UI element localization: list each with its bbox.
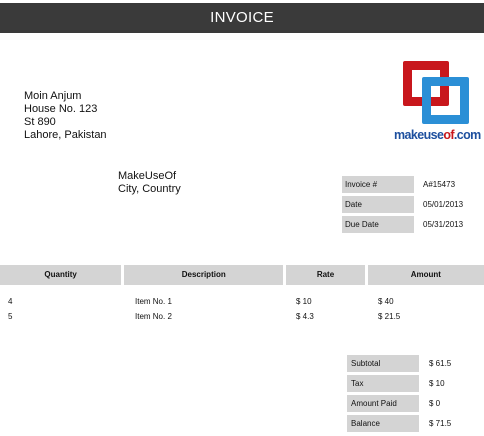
header-description: Description bbox=[124, 265, 284, 285]
meta-value: A#15473 bbox=[423, 180, 456, 189]
recipient-name: MakeUseOf bbox=[118, 170, 177, 182]
recipient-address: MakeUseOf City, Country bbox=[118, 170, 181, 196]
cell-description: Item No. 1 bbox=[135, 297, 172, 306]
totals-value: $ 0 bbox=[429, 399, 441, 408]
totals-row-tax: Tax $ 10 bbox=[347, 375, 479, 392]
totals-row-balance: Balance $ 71.5 bbox=[347, 415, 479, 432]
meta-row-due-date: Due Date 05/31/2013 bbox=[342, 216, 484, 233]
items-table-body: 4 Item No. 1 $ 10 $ 40 5 Item No. 2 $ 4.… bbox=[0, 294, 484, 324]
totals-value: $ 10 bbox=[429, 379, 445, 388]
sender-city: Lahore, Pakistan bbox=[24, 129, 107, 141]
meta-row-date: Date 05/01/2013 bbox=[342, 196, 484, 213]
totals-value: $ 71.5 bbox=[429, 419, 452, 428]
header-rate: Rate bbox=[286, 265, 365, 285]
meta-label: Invoice # bbox=[342, 176, 414, 193]
makeuseof-logo: makeuseof.com bbox=[394, 58, 482, 150]
cell-amount: $ 40 bbox=[378, 297, 394, 306]
cell-description: Item No. 2 bbox=[135, 312, 172, 321]
logo-wordmark: makeuseof.com bbox=[394, 128, 481, 142]
totals-label: Amount Paid bbox=[347, 395, 419, 412]
invoice-title: INVOICE bbox=[0, 3, 484, 33]
table-row: 4 Item No. 1 $ 10 $ 40 bbox=[0, 294, 484, 309]
meta-label: Date bbox=[342, 196, 414, 213]
meta-label: Due Date bbox=[342, 216, 414, 233]
header-quantity: Quantity bbox=[0, 265, 122, 285]
sender-address-line1: House No. 123 bbox=[24, 103, 98, 115]
cell-quantity: 4 bbox=[8, 297, 13, 306]
totals-summary: Subtotal $ 61.5 Tax $ 10 Amount Paid $ 0… bbox=[347, 355, 479, 435]
totals-row-amount-paid: Amount Paid $ 0 bbox=[347, 395, 479, 412]
recipient-city: City, Country bbox=[118, 183, 181, 195]
sender-name: Moin Anjum bbox=[24, 90, 82, 102]
items-table-header: Quantity Description Rate Amount bbox=[0, 265, 484, 285]
logo-blue-square bbox=[422, 77, 469, 124]
cell-rate: $ 4.3 bbox=[296, 312, 314, 321]
meta-value: 05/31/2013 bbox=[423, 220, 464, 229]
cell-amount: $ 21.5 bbox=[378, 312, 401, 321]
meta-row-invoice-number: Invoice # A#15473 bbox=[342, 176, 484, 193]
header-amount: Amount bbox=[367, 265, 484, 285]
cell-quantity: 5 bbox=[8, 312, 13, 321]
table-row: 5 Item No. 2 $ 4.3 $ 21.5 bbox=[0, 309, 484, 324]
meta-value: 05/01/2013 bbox=[423, 200, 464, 209]
totals-label: Tax bbox=[347, 375, 419, 392]
totals-value: $ 61.5 bbox=[429, 359, 452, 368]
totals-label: Balance bbox=[347, 415, 419, 432]
totals-row-subtotal: Subtotal $ 61.5 bbox=[347, 355, 479, 372]
invoice-meta: Invoice # A#15473 Date 05/01/2013 Due Da… bbox=[342, 176, 484, 236]
cell-rate: $ 10 bbox=[296, 297, 312, 306]
totals-label: Subtotal bbox=[347, 355, 419, 372]
sender-address: Moin Anjum House No. 123 St 890 Lahore, … bbox=[24, 90, 107, 142]
sender-address-line2: St 890 bbox=[24, 116, 56, 128]
